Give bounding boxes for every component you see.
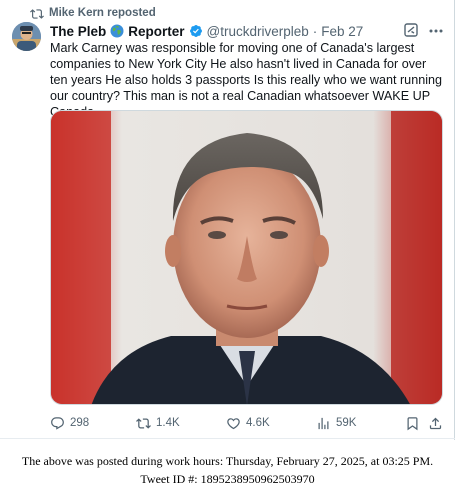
tweet-id-note: Tweet ID #: 1895238950962503970 (140, 472, 315, 486)
reply-count: 298 (70, 417, 90, 429)
bookmark-button[interactable] (405, 414, 420, 432)
posted-time-note: The above was posted during work hours: … (21, 454, 434, 468)
like-button[interactable]: 4.6K (226, 414, 270, 432)
display-name-part2[interactable]: Reporter (128, 24, 184, 39)
display-name-part1[interactable]: The Pleb (50, 24, 106, 39)
action-bar: 298 1.4K 4.6K 59K (50, 414, 443, 432)
repost-button[interactable]: 1.4K (136, 414, 180, 432)
reply-icon (51, 416, 64, 430)
earth-icon (110, 24, 124, 38)
more-icon[interactable] (428, 24, 444, 38)
tweet-header: The Pleb Reporter @truckdriverpleb · Feb… (50, 22, 363, 40)
separator-dot: · (312, 23, 318, 39)
tweet-card[interactable]: Mike Kern reposted The Pleb Reporter @tr… (0, 0, 455, 440)
like-count: 4.6K (246, 417, 270, 429)
views-count: 59K (336, 417, 357, 429)
like-icon (227, 417, 240, 429)
views-icon (318, 417, 329, 429)
tweet-date[interactable]: Feb 27 (321, 24, 363, 39)
tweet-text: Mark Carney was responsible for moving o… (50, 41, 443, 119)
reply-button[interactable]: 298 (50, 414, 89, 432)
caption-footer: The above was posted during work hours: … (0, 440, 455, 500)
share-button[interactable] (428, 414, 443, 432)
tweet-photo[interactable] (50, 110, 443, 405)
views-button[interactable]: 59K (316, 414, 356, 432)
grok-icon[interactable] (403, 22, 419, 38)
divider (0, 438, 455, 439)
repost-action-icon (136, 417, 151, 429)
avatar[interactable] (12, 22, 41, 51)
bookmark-icon (407, 416, 418, 430)
repost-label[interactable]: Mike Kern reposted (49, 7, 156, 19)
share-icon (429, 417, 442, 429)
verified-icon (189, 24, 203, 38)
repost-count: 1.4K (156, 417, 180, 429)
repost-icon (30, 7, 44, 21)
author-handle[interactable]: @truckdriverpleb (207, 24, 309, 39)
